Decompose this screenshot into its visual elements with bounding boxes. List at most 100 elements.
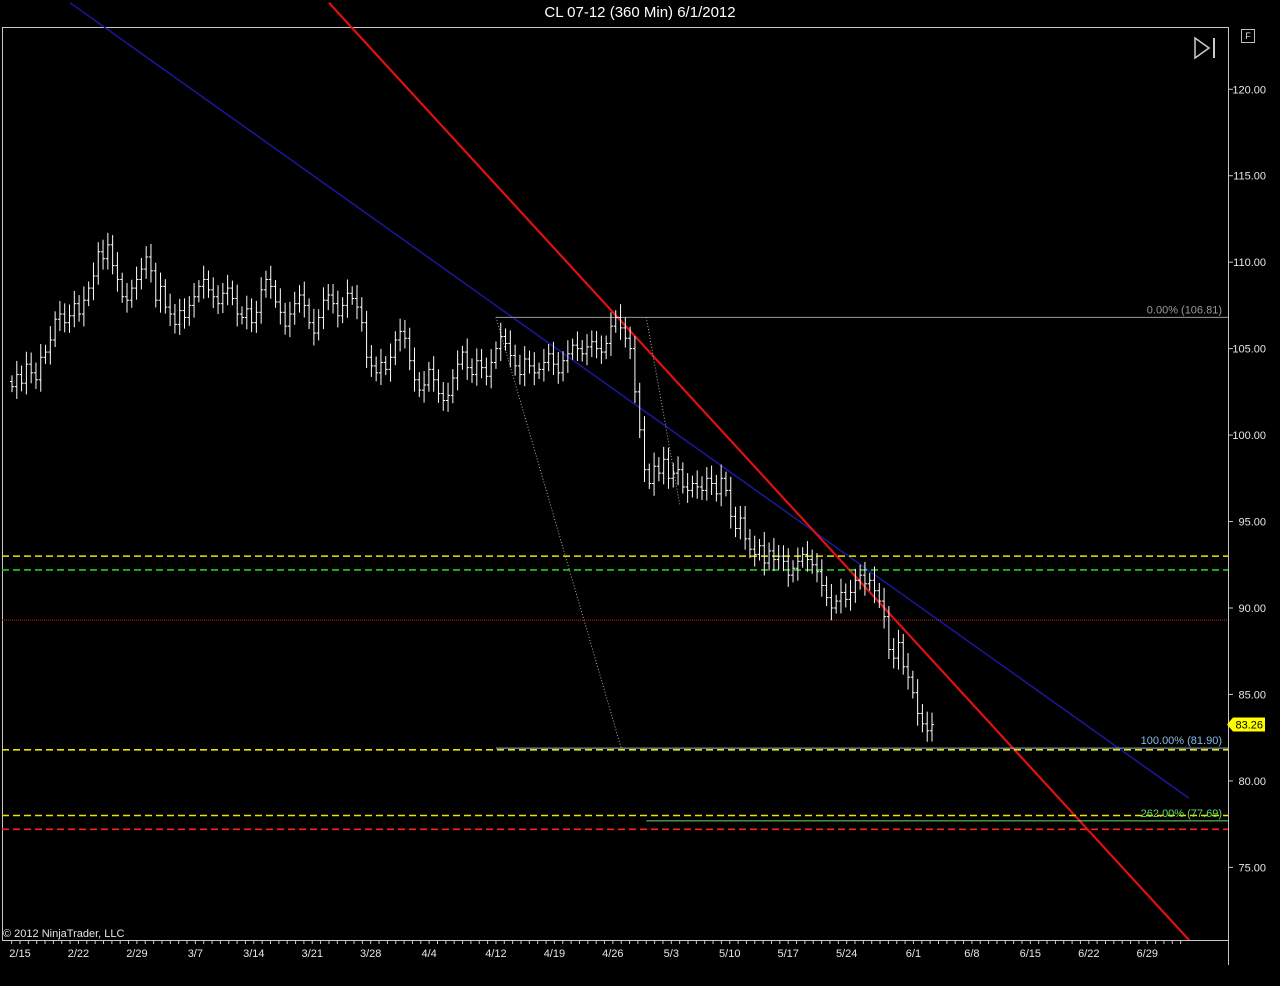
ohlc-bar: [139, 257, 144, 290]
ohlc-bar: [177, 298, 182, 336]
ohlc-bar: [493, 341, 498, 369]
ohlc-bar: [704, 467, 709, 501]
x-tick-label: 6/1: [906, 948, 921, 960]
ohlc-bar: [771, 538, 776, 572]
ohlc-bar: [278, 288, 283, 325]
y-tick-label: 85.00: [1238, 689, 1266, 701]
ohlc-bar: [29, 352, 34, 384]
y-tick-label: 95.00: [1238, 517, 1266, 529]
ohlc-bar: [331, 284, 336, 314]
ohlc-bar: [470, 358, 474, 383]
ohlc-bar: [460, 345, 465, 370]
y-tick-label: 120.00: [1232, 84, 1266, 96]
x-tick-label: 5/17: [777, 948, 798, 960]
ohlc-bar: [599, 335, 604, 364]
ohlc-bar: [508, 330, 513, 368]
ohlc-bar: [153, 262, 158, 308]
drawing-objects[interactable]: 0.00% (106.81) 100.00% (81.90) 262.00% (77…: [2, 2, 1228, 941]
ohlc-bar: [690, 475, 695, 498]
x-tick-label: 5/24: [836, 948, 857, 960]
ohlc-bar: [307, 298, 312, 329]
ohlc-bar: [709, 465, 714, 495]
ohlc-bar: [819, 559, 824, 597]
ohlc-bar: [105, 232, 110, 270]
ohlc-bar: [733, 506, 738, 538]
ohlc-bar: [201, 265, 206, 299]
ohlc-bar: [680, 462, 685, 494]
ohlc-bar: [829, 583, 834, 621]
ohlc-bar: [685, 473, 690, 503]
ohlc-bar: [412, 347, 417, 392]
ohlc-bar: [268, 265, 273, 299]
ohlc-bar: [676, 456, 681, 486]
ohlc-bar: [393, 331, 398, 366]
ohlc-bar: [532, 352, 537, 386]
fib-anchor-line[interactable]: [645, 317, 681, 505]
ohlc-bar: [843, 583, 848, 608]
trendline[interactable]: [328, 2, 1190, 941]
x-tick-label: 6/29: [1137, 948, 1158, 960]
ohlc-bar: [417, 372, 422, 398]
ohlc-bar: [484, 357, 489, 386]
last-price-label: 83.26: [1235, 720, 1263, 732]
ohlc-bar: [182, 298, 187, 329]
x-tick-label: 6/8: [964, 948, 979, 960]
ohlc-bar: [441, 382, 446, 411]
ohlc-bar: [561, 351, 566, 382]
ohlc-bar: [901, 633, 906, 675]
ohlc-bar: [196, 280, 201, 303]
ohlc-bar: [920, 704, 925, 733]
ohlc-bar: [359, 297, 364, 332]
ohlc-bar: [48, 326, 53, 365]
ohlc-bar: [906, 653, 911, 690]
x-tick-label: 3/21: [302, 948, 323, 960]
ohlc-bar: [211, 277, 216, 309]
x-tick-label: 3/14: [243, 948, 264, 960]
x-tick-label: 2/15: [9, 948, 30, 960]
ohlc-bar: [129, 279, 134, 308]
ohlc-bar: [302, 281, 307, 318]
ohlc-bar: [479, 348, 484, 379]
f-button[interactable]: F: [1241, 29, 1255, 43]
x-tick-label: 5/3: [664, 948, 679, 960]
ohlc-bar: [498, 322, 503, 362]
ohlc-bar: [19, 365, 24, 392]
ohlc-bar: [172, 303, 177, 334]
x-tick-label: 4/12: [485, 948, 506, 960]
ohlc-bar: [101, 239, 106, 270]
ohlc-bar: [781, 545, 786, 572]
ohlc-bar: [38, 343, 43, 392]
trendline[interactable]: [69, 2, 1190, 799]
ohlc-bar: [321, 287, 326, 330]
price-chart[interactable]: 0.00% (106.81) 100.00% (81.90) 262.00% (77…: [0, 0, 1280, 986]
skip-to-end-icon[interactable]: [1193, 36, 1219, 60]
ohlc-bar: [652, 452, 657, 496]
ohlc-bar: [355, 285, 359, 320]
ohlc-bar: [110, 235, 115, 275]
ohlc-bar: [513, 344, 518, 376]
ohlc-bar: [450, 369, 455, 404]
ohlc-bar: [144, 246, 149, 279]
ohlc-bar: [81, 286, 86, 327]
ohlc-bar: [585, 334, 589, 366]
ohlc-bar: [465, 338, 470, 380]
ohlc-bar: [455, 350, 460, 391]
ohlc-bar: [728, 476, 733, 529]
ohlc-bar: [125, 282, 129, 313]
ohlc-bar: [263, 270, 268, 298]
ohlc-bar: [786, 548, 791, 587]
ohlc-bar: [350, 286, 355, 305]
copyright-text: © 2012 NinjaTrader, LLC: [3, 928, 125, 940]
ohlc-bar: [426, 361, 431, 392]
x-tick-label: 4/26: [602, 948, 623, 960]
ohlc-bar: [815, 553, 819, 583]
ohlc-bar: [446, 382, 451, 412]
ohlc-bar: [503, 328, 508, 351]
ohlc-bar: [292, 291, 297, 325]
ohlc-bar: [824, 576, 829, 606]
ohlc-bar: [335, 290, 340, 328]
ohlc-bar: [910, 670, 915, 699]
ohlc-bar: [537, 362, 542, 379]
ohlc-bar: [57, 300, 62, 332]
ohlc-bar: [489, 349, 494, 389]
